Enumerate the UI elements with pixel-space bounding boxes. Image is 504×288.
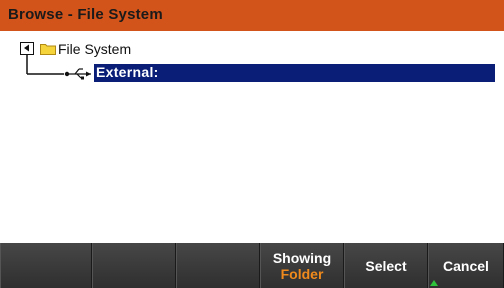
title-bar: Browse - File System [0,0,504,31]
tree-connector-lines [26,55,64,75]
softkey-bar: Showing Folder Select Cancel [0,243,504,288]
usb-icon [64,68,91,80]
softkey-3[interactable] [176,243,260,288]
softkey-2[interactable] [92,243,176,288]
cancel-softkey[interactable]: Cancel [428,243,504,288]
tree-node-external-label: External: [96,64,159,80]
select-label: Select [365,257,407,274]
showing-folder-softkey[interactable]: Showing Folder [260,243,344,288]
tree-node-external-selected[interactable]: External: [94,64,495,82]
tree-node-file-system[interactable]: File System [58,41,131,57]
file-tree: File System External: [0,31,504,243]
showing-label: Showing [272,249,332,266]
window-title: Browse - File System [8,6,163,23]
collapse-toggle-icon[interactable] [20,42,34,55]
cancel-label: Cancel [443,257,489,274]
up-arrow-icon [430,280,438,286]
select-softkey[interactable]: Select [344,243,428,288]
folder-label: Folder [280,265,324,282]
softkey-1[interactable] [0,243,92,288]
folder-icon [40,44,56,55]
